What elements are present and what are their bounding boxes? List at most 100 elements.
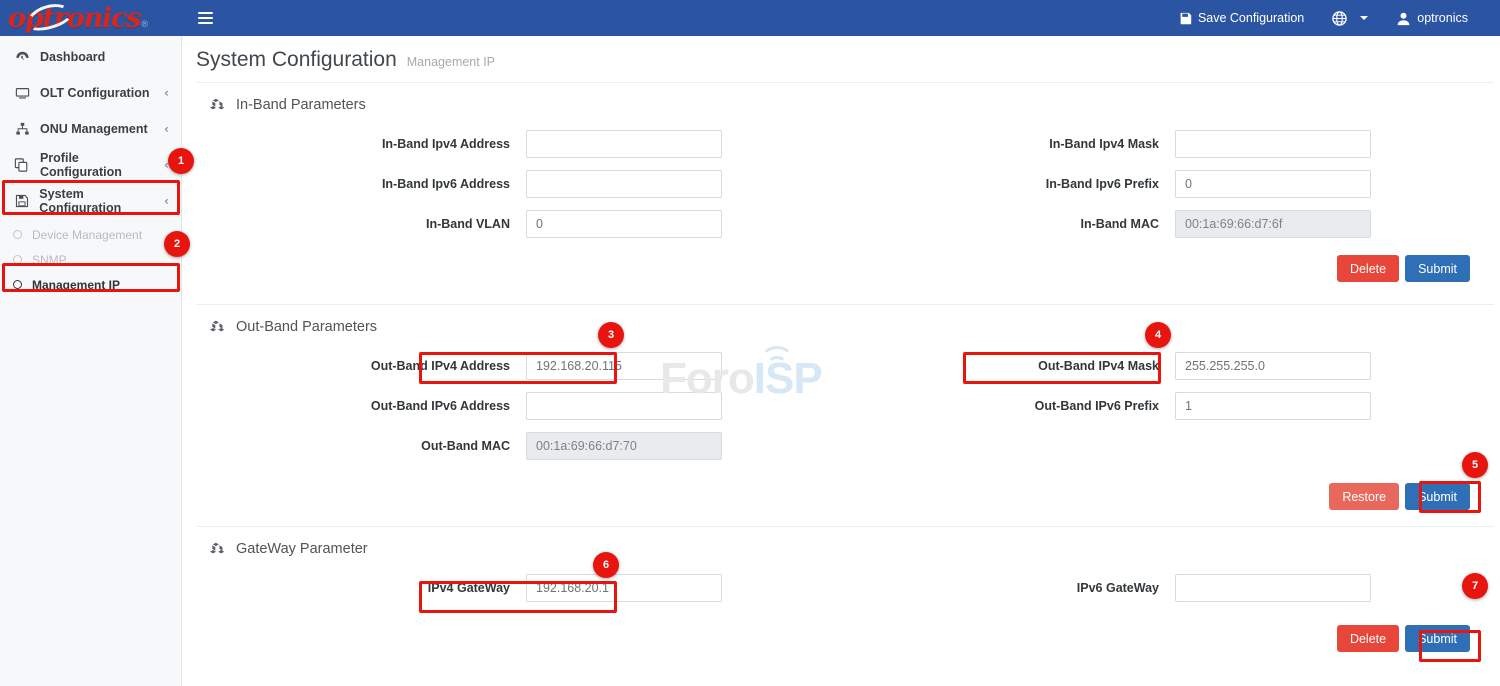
field-in-band-mac: In-Band MAC [845,207,1494,241]
top-navbar: optronics ® Save Configuration [0,0,1500,36]
page-title: System Configuration [196,48,397,72]
chevron-left-icon: ‹ [164,122,169,136]
sidebar-subitem-label: Management IP [32,278,120,292]
out-band-ipv6-prefix-input[interactable] [1175,392,1371,420]
out-band-form-grid: Out-Band IPv4 Address Out-Band IPv4 Mask… [196,349,1494,463]
ipv6-gateway-input[interactable] [1175,574,1371,602]
language-selector[interactable] [1318,0,1382,36]
copy-icon [13,158,31,172]
user-name-label: optronics [1417,11,1468,25]
annotation-badge-5: 5 [1462,452,1488,478]
chevron-left-icon: ‹ [164,86,169,100]
ipv4-gateway-input[interactable] [526,574,722,602]
out-band-mac-input [526,432,722,460]
out-band-button-row: Restore Submit [196,483,1494,510]
user-menu[interactable]: optronics [1382,0,1482,36]
sidebar-subitem-management-ip[interactable]: Management IP [0,272,181,297]
field-label: Out-Band IPv4 Address [196,359,526,373]
page-header: System Configuration Management IP [182,36,1500,82]
in-band-ipv4-mask-input[interactable] [1175,130,1371,158]
field-in-band-ipv4-mask: In-Band Ipv4 Mask [845,127,1494,161]
hamburger-icon[interactable] [192,5,218,31]
in-band-ipv6-prefix-input[interactable] [1175,170,1371,198]
field-out-band-ipv6-address: Out-Band IPv6 Address [196,389,845,423]
field-out-band-mac: Out-Band MAC [196,429,845,463]
field-label: IPv6 GateWay [845,581,1175,595]
gateway-button-row: Delete Submit [196,625,1494,652]
field-label: Out-Band IPv6 Prefix [845,399,1175,413]
field-out-band-ipv4-address: Out-Band IPv4 Address [196,349,845,383]
field-in-band-ipv6-address: In-Band Ipv6 Address [196,167,845,201]
out-band-ipv4-mask-input[interactable] [1175,352,1371,380]
circle-icon [13,280,22,289]
save-icon [13,194,30,208]
field-out-band-ipv4-mask: Out-Band IPv4 Mask [845,349,1494,383]
field-label: Out-Band MAC [196,439,526,453]
sidebar-item-dashboard[interactable]: Dashboard [0,39,181,75]
sidebar-subitem-snmp[interactable]: SNMP [0,247,181,272]
field-in-band-ipv6-prefix: In-Band Ipv6 Prefix [845,167,1494,201]
circle-icon [13,230,22,239]
field-ipv6-gateway: IPv6 GateWay [845,571,1494,605]
annotation-badge-2: 2 [164,231,190,257]
gateway-form-grid: IPv4 GateWay IPv6 GateWay [196,571,1494,605]
brand-logo[interactable]: optronics ® [0,0,182,36]
save-configuration-label: Save Configuration [1198,11,1304,25]
section-gateway-parameter: GateWay Parameter IPv4 GateWay IPv6 Gate… [196,527,1494,664]
topbar-right-group: Save Configuration optronics [1165,0,1500,36]
field-label: In-Band Ipv4 Address [196,137,526,151]
sidebar: Dashboard OLT Configuration ‹ ONU Manage… [0,36,182,686]
sidebar-item-onu-management[interactable]: ONU Management ‹ [0,111,181,147]
out-band-restore-button[interactable]: Restore [1329,483,1399,510]
in-band-ipv6-address-input[interactable] [526,170,722,198]
out-band-ipv6-address-input[interactable] [526,392,722,420]
field-out-band-ipv6-prefix: Out-Band IPv6 Prefix [845,389,1494,423]
section-title-in-band: In-Band Parameters [196,97,1494,113]
monitor-icon [13,86,31,100]
sidebar-subitem-device-management[interactable]: Device Management [0,222,181,247]
section-title-label: Out-Band Parameters [236,319,377,335]
sidebar-item-profile-configuration[interactable]: Profile Configuration ‹ [0,147,181,183]
dashboard-icon [13,50,31,64]
chevron-down-icon [1360,16,1368,20]
in-band-ipv4-address-input[interactable] [526,130,722,158]
out-band-ipv4-address-input[interactable] [526,352,722,380]
in-band-form-grid: In-Band Ipv4 Address In-Band Ipv4 Mask I… [196,127,1494,241]
sidebar-item-system-configuration[interactable]: System Configuration ‹ [0,183,181,219]
in-band-submit-button[interactable]: Submit [1405,255,1470,282]
sitemap-icon [13,122,31,136]
cubes-icon [210,542,226,557]
cubes-icon [210,320,226,335]
main-content: ForoISP System Configuration Management … [182,36,1500,686]
sidebar-item-label: Dashboard [40,50,105,64]
sidebar-item-label: ONU Management [40,122,148,136]
sidebar-item-label: Profile Configuration [40,151,164,179]
sidebar-item-label: OLT Configuration [40,86,149,100]
field-label: In-Band Ipv4 Mask [845,137,1175,151]
field-spacer [845,429,1494,463]
out-band-submit-button[interactable]: Submit [1405,483,1470,510]
chevron-left-icon: ‹ [164,194,169,208]
field-label: Out-Band IPv6 Address [196,399,526,413]
annotation-badge-6: 6 [593,552,619,578]
annotation-badge-7: 7 [1462,573,1488,599]
section-in-band-parameters: In-Band Parameters In-Band Ipv4 Address … [196,82,1494,294]
save-configuration-button[interactable]: Save Configuration [1165,0,1318,36]
sidebar-subitem-label: Device Management [32,228,142,242]
section-title-gateway: GateWay Parameter [196,541,1494,557]
sidebar-item-label: System Configuration [39,187,164,215]
section-title-label: GateWay Parameter [236,541,368,557]
circle-icon [13,255,22,264]
floppy-disk-icon [1179,12,1192,25]
gateway-delete-button[interactable]: Delete [1337,625,1399,652]
sidebar-subitem-label: SNMP [32,253,67,267]
field-label: IPv4 GateWay [196,581,526,595]
field-label: In-Band VLAN [196,217,526,231]
in-band-vlan-input[interactable] [526,210,722,238]
gateway-submit-button[interactable]: Submit [1405,625,1470,652]
section-title-label: In-Band Parameters [236,97,366,113]
cubes-icon [210,98,226,113]
annotation-badge-1: 1 [168,148,194,174]
sidebar-item-olt-configuration[interactable]: OLT Configuration ‹ [0,75,181,111]
in-band-delete-button[interactable]: Delete [1337,255,1399,282]
